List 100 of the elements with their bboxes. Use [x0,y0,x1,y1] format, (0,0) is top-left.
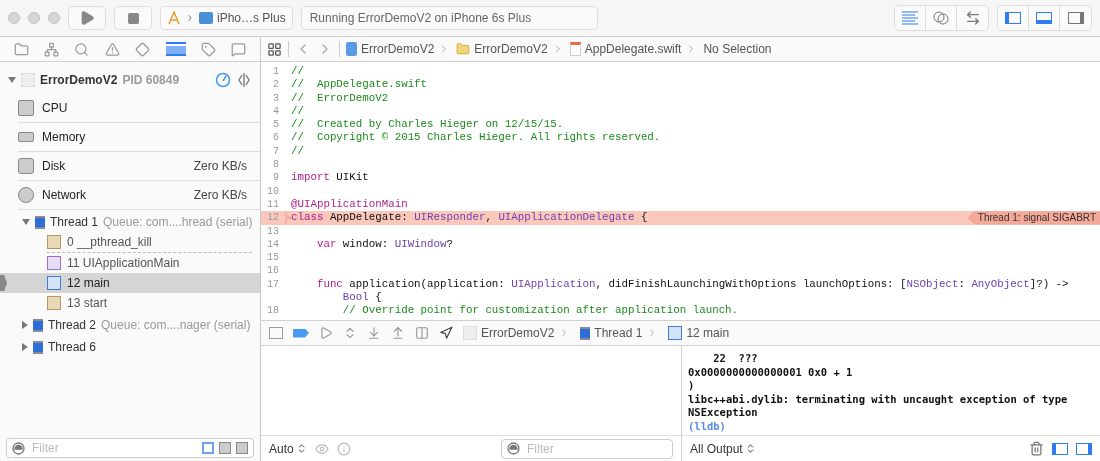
scheme-selector[interactable]: iPho…s Plus [160,6,293,30]
gauge-label: Memory [42,130,87,144]
line-number: 17 [266,277,280,292]
run-button[interactable] [68,6,106,30]
code-line: // Created by Charles Hieger on 12/15/15. [291,118,565,132]
line-number: 16 [266,264,280,278]
step-into-icon[interactable] [367,326,381,340]
filter-icon [12,441,25,455]
stack-frame-row[interactable]: 11 UIApplicationMain [0,253,260,273]
line-number: 4 [272,104,280,119]
console-line: ) [688,379,696,393]
thread-name[interactable]: Thread 6 [48,340,97,354]
variables-toggle-icon[interactable] [1052,442,1068,455]
filter-field[interactable]: Filter [501,438,673,459]
swift-file-icon [569,42,581,56]
gauge-label: CPU [42,101,69,115]
console-line: (lldb) [688,419,727,433]
breakpoints-icon[interactable] [293,328,309,338]
code-line: var window: UIWindow? [315,237,454,252]
gauge-row[interactable]: Network Zero KB/s [18,181,260,210]
code-line: // Copyright © 2015 Charles Hieger. All rights reserved. [291,131,662,145]
stack-frame-row[interactable]: 12 main [0,273,260,293]
output-selector[interactable]: All Output [690,441,756,456]
thread-queue: Queue: com....hread (serial) [103,215,253,229]
grid-icon[interactable] [267,41,282,57]
stop-icon [126,11,140,25]
code-line: // [291,104,305,119]
line-number: 11 [266,197,280,212]
zoom-light[interactable] [48,12,60,24]
crash-filter-icon[interactable] [219,442,231,454]
frame-icon [47,276,61,290]
split-icon [236,72,252,88]
info-icon[interactable] [336,441,351,456]
process-name: ErrorDemoV2 [40,73,118,87]
frame-icon [668,326,683,340]
path-crumb[interactable]: No Selection [703,42,772,56]
app-icon [463,326,477,340]
line-number: 2 [272,78,280,92]
frame-icon [47,296,61,310]
code-line: class AppDelegate: UIResponder, UIApplicationDelegate { [291,211,649,225]
code-line: Bool { [341,291,383,305]
gauge-value: Zero KB/s [193,159,247,173]
filter-input[interactable]: Filter [30,440,197,456]
code-line: // Override point for customization after application launch. [341,304,740,318]
frame-label: 12 main [67,276,110,290]
path-crumb[interactable]: Thread 1 [594,326,643,340]
frame-icon [47,256,61,270]
thread-name[interactable]: Thread 2 [48,318,97,332]
thread-name[interactable]: Thread 1 [50,215,99,229]
panel-toggle-control[interactable] [997,5,1092,31]
frame-icon [47,235,61,249]
minimize-light[interactable] [28,12,40,24]
cpu-icon [18,100,34,116]
view-hierarchy-icon[interactable] [415,326,429,340]
circles-icon [932,10,950,26]
line-number: 15 [266,251,280,265]
console-toggle-icon[interactable] [1076,442,1092,455]
code-line: // AppDelegate.swift [291,78,429,92]
filter-field[interactable]: Filter [6,438,254,458]
step-out-icon[interactable] [391,326,405,340]
line-number: 10 [266,184,280,198]
path-crumb[interactable]: ErrorDemoV2 [474,42,548,56]
stack-frame-row[interactable]: 0 __pthread_kill [0,232,260,252]
gauge-row[interactable]: Memory [18,123,260,152]
path-crumb[interactable]: ErrorDemoV2 [481,326,555,340]
close-light[interactable] [8,12,20,24]
spool-icon [580,326,591,340]
spool-icon [33,340,43,354]
gauge-row[interactable]: Disk Zero KB/s [18,152,260,181]
line-number: 7 [272,144,280,159]
frame-label: 13 start [67,296,108,310]
path-crumb[interactable]: 12 main [686,326,730,340]
navigator-tab[interactable] [163,40,188,58]
path-crumb[interactable]: ErrorDemoV2 [361,42,435,56]
location-icon[interactable] [439,326,453,340]
line-number: 9 [272,171,280,185]
stack-frame-row[interactable]: 13 start [0,293,260,313]
line-number: 18 [266,304,280,318]
continue-icon[interactable] [319,326,333,340]
gauge-row[interactable]: CPU [18,94,260,123]
line-number: 1 [272,65,280,79]
editor-mode-control[interactable] [894,5,989,31]
code-line: import UIKit [291,171,370,185]
filter-input[interactable]: Filter [525,440,667,457]
queue-filter-icon[interactable] [236,442,248,454]
eye-icon[interactable] [314,441,329,456]
gauge-icon [215,72,231,88]
thread-filter-icon[interactable] [202,442,214,454]
stop-button[interactable] [114,6,152,30]
trash-icon[interactable] [1029,441,1044,456]
code-line: // [291,65,305,79]
error-annotation: Thread 1: signal SIGABRT [967,211,1100,225]
hide-debug-icon[interactable] [269,327,283,339]
path-crumb[interactable]: AppDelegate.swift [584,42,682,56]
code-line: // [291,144,305,159]
scope-selector[interactable]: Auto [269,441,307,456]
frame-label: 11 UIApplicationMain [67,256,180,270]
filter-icon [507,442,520,455]
console-line: 0x0000000000000001 0x0 + 1 [688,365,854,379]
project-icon [346,42,357,56]
